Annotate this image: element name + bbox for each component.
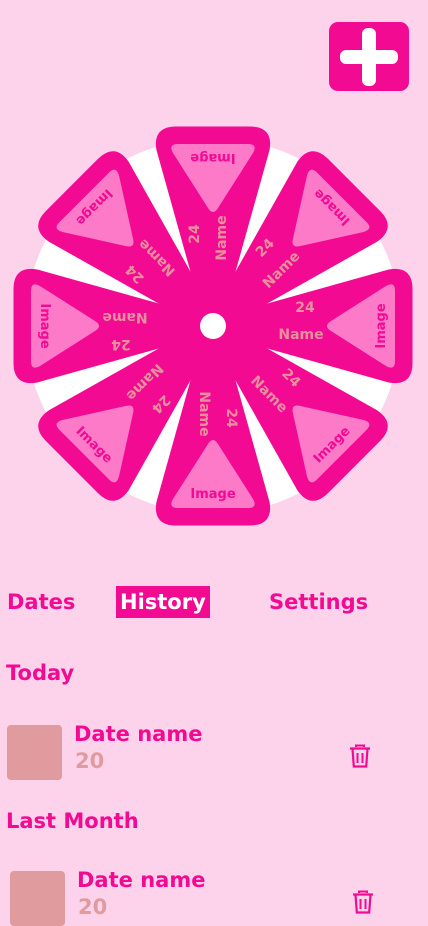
plus-icon xyxy=(340,27,398,86)
wedge-name-label: Name xyxy=(278,327,323,343)
item-value: 20 xyxy=(78,895,108,919)
date-wheel[interactable]: Image Name 24 Image Name 24 Image Name 24 Image Na… xyxy=(0,110,428,540)
wedge-name-label: Name xyxy=(196,391,212,436)
tab-dates[interactable]: Dates xyxy=(3,586,79,618)
wedge-value-label: 24 xyxy=(187,224,203,244)
wedge-value-label: 24 xyxy=(295,300,315,316)
tab-bar: Dates History Settings xyxy=(0,586,428,618)
add-button[interactable] xyxy=(329,22,409,91)
tab-history[interactable]: History xyxy=(116,586,210,618)
trash-icon[interactable] xyxy=(349,744,371,768)
wedge-value-label: 24 xyxy=(223,408,239,428)
trash-icon[interactable] xyxy=(352,890,374,914)
wedge-value-label: 24 xyxy=(111,336,131,352)
wedge-image-label: Image xyxy=(374,303,389,348)
section-heading-last-month: Last Month xyxy=(6,809,139,833)
item-name: Date name xyxy=(74,722,203,746)
wedge-name-label: Name xyxy=(102,309,147,325)
item-value: 20 xyxy=(75,749,105,773)
item-name: Date name xyxy=(77,868,206,892)
wheel-hub xyxy=(200,313,226,339)
item-thumbnail xyxy=(7,725,62,780)
wedge-image-label: Image xyxy=(37,303,52,348)
wedge-image-label: Image xyxy=(190,487,235,502)
wedge-image-label: Image xyxy=(190,150,235,165)
item-thumbnail xyxy=(10,871,65,926)
wedge-name-label: Name xyxy=(214,215,230,260)
tab-settings[interactable]: Settings xyxy=(265,586,372,618)
section-heading-today: Today xyxy=(6,661,75,685)
